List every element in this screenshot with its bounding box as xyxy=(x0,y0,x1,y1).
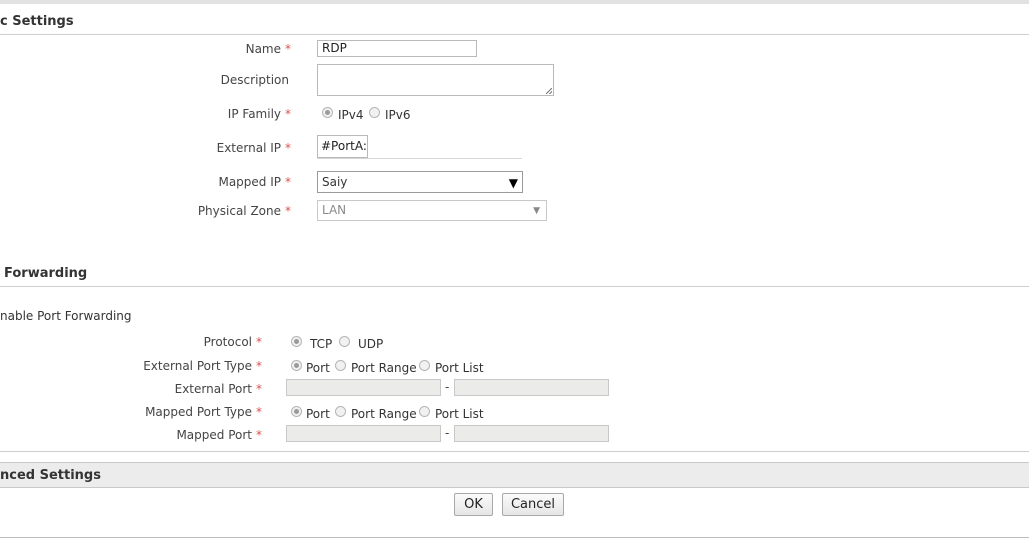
cancel-button[interactable]: Cancel xyxy=(502,493,564,516)
window-top-bar xyxy=(0,0,1029,4)
ext-port-type-list-radio[interactable] xyxy=(419,360,430,371)
mapped-port-type-range-radio[interactable] xyxy=(335,406,346,417)
external-port-range-separator: - xyxy=(445,380,450,394)
required-mark: * xyxy=(256,382,262,396)
name-label-text: Name xyxy=(245,42,281,56)
physical-zone-select[interactable]: LAN ▼ xyxy=(317,200,547,221)
mapped-ip-select[interactable]: Saiy ▼ xyxy=(317,171,523,193)
required-mark: * xyxy=(285,141,291,155)
mapped-ip-label: Mapped IP * xyxy=(218,175,291,189)
mapped-port-type-list-label: Port List xyxy=(435,407,484,421)
ext-port-type-range-label: Port Range xyxy=(351,361,417,375)
mapped-port-from-input[interactable] xyxy=(286,425,441,442)
mapped-port-to-input[interactable] xyxy=(454,425,609,442)
description-label: Description xyxy=(220,73,289,87)
physical-zone-label-text: Physical Zone xyxy=(197,204,281,218)
protocol-label-text: Protocol xyxy=(203,335,252,349)
ipv6-label: IPv6 xyxy=(385,108,411,122)
udp-label: UDP xyxy=(358,337,384,351)
basic-settings-divider xyxy=(0,34,1029,35)
external-ip-label-text: External IP xyxy=(216,141,281,155)
mapped-port-label-text: Mapped Port xyxy=(176,428,252,442)
required-mark: * xyxy=(256,405,262,419)
required-mark: * xyxy=(285,175,291,189)
mapped-port-type-port-radio[interactable] xyxy=(291,406,302,417)
resize-handle-icon[interactable] xyxy=(546,88,552,94)
required-mark: * xyxy=(285,107,291,121)
advanced-settings-bar[interactable]: nced Settings xyxy=(0,462,1029,488)
external-port-label-text: External Port xyxy=(174,382,252,396)
description-textarea[interactable] xyxy=(317,64,554,96)
tcp-radio[interactable] xyxy=(291,336,302,347)
required-mark: * xyxy=(256,335,262,349)
external-port-type-label: External Port Type * xyxy=(143,359,262,373)
protocol-label: Protocol * xyxy=(204,335,262,349)
ok-button[interactable]: OK xyxy=(454,493,493,516)
port-forwarding-divider xyxy=(0,286,1029,287)
name-label: Name * xyxy=(246,42,291,56)
required-mark: * xyxy=(256,359,262,373)
mapped-port-type-list-radio[interactable] xyxy=(419,406,430,417)
external-ip-combo[interactable]: #PortA: xyxy=(317,135,522,159)
physical-zone-label: Physical Zone * xyxy=(198,204,291,218)
port-forwarding-title: Forwarding xyxy=(4,266,88,281)
ipv4-label: IPv4 xyxy=(338,108,364,122)
external-ip-label: External IP * xyxy=(217,141,291,155)
chevron-down-icon: ▼ xyxy=(533,206,540,216)
required-mark: * xyxy=(285,42,291,56)
ipv4-radio[interactable] xyxy=(322,107,333,118)
ipv6-radio[interactable] xyxy=(369,107,380,118)
ip-family-label-text: IP Family xyxy=(227,107,281,121)
mapped-port-type-port-label: Port xyxy=(306,407,330,421)
ext-port-type-list-label: Port List xyxy=(435,361,484,375)
mapped-port-type-range-label: Port Range xyxy=(351,407,417,421)
forwarding-bottom-divider xyxy=(0,451,1029,452)
udp-radio[interactable] xyxy=(339,336,350,347)
mapped-port-type-label-text: Mapped Port Type xyxy=(145,405,252,419)
external-port-label: External Port * xyxy=(175,382,262,396)
mapped-port-label: Mapped Port * xyxy=(176,428,262,442)
footer-divider xyxy=(0,537,1029,538)
ip-family-label: IP Family * xyxy=(228,107,291,121)
ext-port-type-port-radio[interactable] xyxy=(291,360,302,371)
external-ip-token[interactable]: #PortA: xyxy=(317,135,368,158)
enable-port-forwarding-label[interactable]: nable Port Forwarding xyxy=(0,309,132,323)
tcp-label: TCP xyxy=(310,337,333,351)
mapped-port-range-separator: - xyxy=(445,426,450,440)
required-mark: * xyxy=(256,428,262,442)
mapped-ip-value: Saiy xyxy=(322,175,348,189)
external-port-type-label-text: External Port Type xyxy=(143,359,252,373)
ext-port-type-port-label: Port xyxy=(306,361,330,375)
ext-port-type-range-radio[interactable] xyxy=(335,360,346,371)
name-input[interactable]: RDP xyxy=(317,40,477,57)
physical-zone-value: LAN xyxy=(322,203,347,217)
mapped-ip-label-text: Mapped IP xyxy=(218,175,281,189)
external-port-to-input[interactable] xyxy=(454,379,609,396)
basic-settings-title: c Settings xyxy=(0,14,74,29)
mapped-port-type-label: Mapped Port Type * xyxy=(145,405,262,419)
external-port-from-input[interactable] xyxy=(286,379,441,396)
chevron-down-icon: ▼ xyxy=(508,176,518,190)
required-mark: * xyxy=(285,204,291,218)
advanced-settings-title: nced Settings xyxy=(0,468,101,483)
